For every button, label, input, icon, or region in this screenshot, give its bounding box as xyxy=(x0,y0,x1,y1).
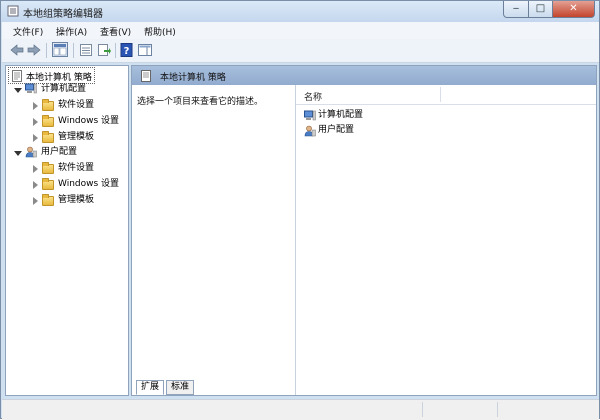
tree-label-computer-windows-settings[interactable]: Windows 设置 xyxy=(58,114,119,129)
menu-action[interactable]: 操作(A) xyxy=(56,25,87,38)
toolbar-separator xyxy=(73,43,74,58)
expand-collapsed-icon[interactable] xyxy=(33,102,38,110)
close-icon: ✕ xyxy=(569,3,578,14)
tree-label-user-windows-settings[interactable]: Windows 设置 xyxy=(58,177,119,192)
policy-document-icon xyxy=(141,70,151,82)
folder-icon xyxy=(42,115,54,127)
folder-icon xyxy=(42,131,54,143)
expand-computer-icon[interactable] xyxy=(14,88,22,93)
tree-label-user-admin-templates[interactable]: 管理模板 xyxy=(58,193,94,208)
column-header-name[interactable]: 名称 xyxy=(304,90,322,103)
tree-label-user-software-settings[interactable]: 软件设置 xyxy=(58,161,94,176)
toolbar-separator xyxy=(115,43,116,58)
menu-help[interactable]: 帮助(H) xyxy=(144,25,176,38)
show-hide-action-pane-icon[interactable] xyxy=(138,43,152,57)
expand-collapsed-icon[interactable] xyxy=(33,134,38,142)
folder-icon xyxy=(42,178,54,190)
minimize-button[interactable]: ‒ xyxy=(503,1,529,18)
status-cell xyxy=(422,402,423,417)
window-title: 本地组策略编辑器 xyxy=(23,9,103,20)
expand-user-icon[interactable] xyxy=(14,151,22,156)
expand-collapsed-icon[interactable] xyxy=(33,181,38,189)
menu-file[interactable]: 文件(F) xyxy=(13,25,43,38)
menu-bar: 文件(F) 操作(A) 查看(V) 帮助(H) xyxy=(2,22,599,39)
menu-view[interactable]: 查看(V) xyxy=(100,25,131,38)
computer-icon xyxy=(25,83,37,94)
items-list[interactable]: 名称 计算机配置 用户配置 xyxy=(295,85,596,395)
tree-label-user-config[interactable]: 用户配置 xyxy=(41,145,77,160)
tree-label-computer-software-settings[interactable]: 软件设置 xyxy=(58,98,94,113)
show-hide-tree-icon[interactable] xyxy=(52,42,68,57)
policy-editor-app-icon xyxy=(7,5,19,17)
window-controls: ‒ □ ✕ xyxy=(503,1,595,18)
view-tabs: 扩展 标准 xyxy=(134,378,334,395)
properties-icon[interactable] xyxy=(79,43,93,57)
tree-pane[interactable]: 本地计算机 策略 计算机配置 软件设置 Windows 设置 管理模板 用户配置… xyxy=(5,65,129,396)
computer-icon xyxy=(304,110,316,121)
expand-collapsed-icon[interactable] xyxy=(33,165,38,173)
minimize-icon: ‒ xyxy=(512,3,520,14)
export-list-icon[interactable] xyxy=(97,43,111,57)
svg-text:?: ? xyxy=(124,46,130,57)
user-icon xyxy=(304,125,316,137)
help-icon[interactable]: ? xyxy=(120,43,134,57)
tab-standard[interactable]: 标准 xyxy=(166,380,195,395)
title-bar[interactable]: 本地组策略编辑器 ‒ □ ✕ xyxy=(1,1,599,22)
column-divider[interactable] xyxy=(440,87,441,102)
list-item-label: 计算机配置 xyxy=(318,110,364,120)
toolbar: ? xyxy=(2,39,599,63)
policy-document-icon xyxy=(12,70,22,82)
folder-icon xyxy=(42,99,54,111)
toolbar-separator xyxy=(46,43,47,58)
list-item-label: 用户配置 xyxy=(318,125,355,135)
details-header-title: 本地计算机 策略 xyxy=(160,73,226,83)
list-header: 名称 xyxy=(296,85,596,105)
tree-label-computer-config[interactable]: 计算机配置 xyxy=(41,82,86,97)
status-bar xyxy=(2,399,599,420)
expand-collapsed-icon[interactable] xyxy=(33,197,38,205)
tree-label-computer-admin-templates[interactable]: 管理模板 xyxy=(58,130,94,145)
status-cell xyxy=(497,402,498,417)
expand-collapsed-icon[interactable] xyxy=(33,118,38,126)
tab-extended[interactable]: 扩展 xyxy=(136,380,165,395)
close-button[interactable]: ✕ xyxy=(553,1,595,18)
back-arrow-icon[interactable] xyxy=(10,43,24,57)
forward-arrow-icon[interactable] xyxy=(27,43,41,57)
details-pane: 本地计算机 策略 选择一个项目来查看它的描述。 名称 计算机配置 用户配置 扩展… xyxy=(131,65,597,396)
maximize-button[interactable]: □ xyxy=(529,1,553,18)
folder-icon xyxy=(42,162,54,174)
window: 本地组策略编辑器 ‒ □ ✕ 文件(F) 操作(A) 查看(V) 帮助(H) ?… xyxy=(0,0,600,420)
user-icon xyxy=(25,146,37,158)
maximize-icon: □ xyxy=(535,3,546,14)
details-header: 本地计算机 策略 xyxy=(132,66,596,85)
description-text: 选择一个项目来查看它的描述。 xyxy=(137,97,264,107)
folder-icon xyxy=(42,194,54,206)
